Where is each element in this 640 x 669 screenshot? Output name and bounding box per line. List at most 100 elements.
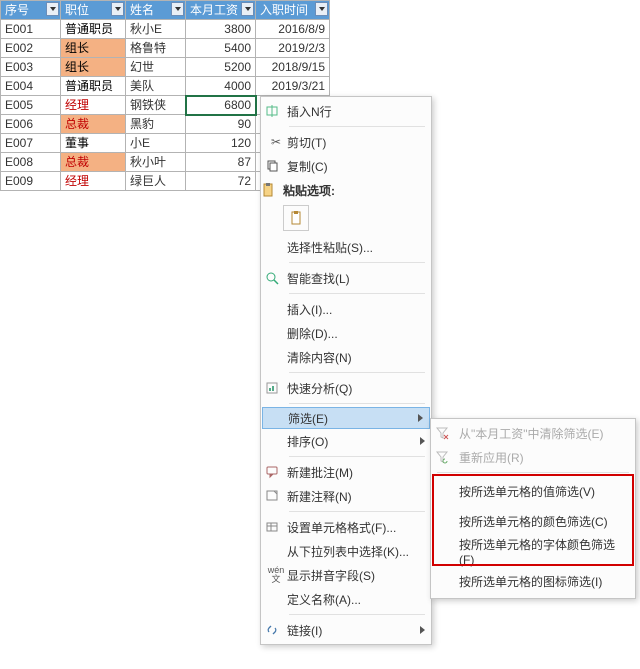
cell[interactable]: 绿巨人 [126,172,186,191]
paste-normal-button[interactable] [283,205,309,231]
column-header-label: 姓名 [130,3,154,17]
cell[interactable]: E007 [1,134,61,153]
cell[interactable]: E005 [1,96,61,115]
cell[interactable]: 72 [186,172,256,191]
cell[interactable]: 秋小E [126,20,186,39]
cell[interactable]: 120 [186,134,256,153]
menu-label: 复制(C) [287,158,413,175]
submenu-filter-by-icon[interactable]: 按所选单元格的图标筛选(I) [431,566,635,596]
menu-label: 智能查找(L) [287,270,413,287]
submenu-filter-by-font-color[interactable]: 按所选单元格的字体颜色筛选(F) [431,536,635,566]
cell[interactable]: E004 [1,77,61,96]
column-header[interactable]: 入职时间 [256,1,330,20]
menu-label: 插入(I)... [287,301,413,318]
table-row: E001普通职员秋小E38002016/8/9 [1,20,330,39]
menu-clear[interactable]: 清除内容(N) [261,345,431,369]
cell[interactable]: 钢铁侠 [126,96,186,115]
cell[interactable]: 经理 [61,96,126,115]
cell[interactable]: E008 [1,153,61,172]
menu-filter[interactable]: 筛选(E) [262,407,430,429]
menu-delete[interactable]: 删除(D)... [261,321,431,345]
cell[interactable]: 2019/3/21 [256,77,330,96]
cell[interactable]: 5200 [186,58,256,77]
filter-dropdown-icon[interactable] [241,2,254,16]
cell[interactable]: E001 [1,20,61,39]
cell[interactable]: E006 [1,115,61,134]
submenu-filter-by-color[interactable]: 按所选单元格的颜色筛选(C) [431,506,635,536]
menu-new-note[interactable]: 新建注释(N) [261,484,431,508]
cell[interactable]: 4000 [186,77,256,96]
cell[interactable]: 普通职员 [61,77,126,96]
cell[interactable]: 6800 [186,96,256,115]
filter-dropdown-icon[interactable] [171,2,184,16]
cell[interactable]: 2019/2/3 [256,39,330,58]
cell[interactable]: 小E [126,134,186,153]
menu-new-comment[interactable]: 新建批注(M) [261,460,431,484]
submenu-reapply[interactable]: 重新应用(R) [431,445,635,469]
menu-label: 显示拼音字段(S) [287,567,413,584]
cell[interactable]: 总裁 [61,153,126,172]
menu-label: 链接(I) [287,622,413,639]
format-icon [265,520,287,534]
column-header[interactable]: 本月工资 [186,1,256,20]
menu-link[interactable]: 链接(I) [261,618,431,642]
cell[interactable]: 总裁 [61,115,126,134]
cell[interactable]: 组长 [61,39,126,58]
cell[interactable]: 90 [186,115,256,134]
menu-label: 剪切(T) [287,134,413,151]
cell[interactable]: 幻世 [126,58,186,77]
cell[interactable]: 5400 [186,39,256,58]
table-row: E004普通职员美队40002019/3/21 [1,77,330,96]
column-header[interactable]: 姓名 [126,1,186,20]
menu-format-cells[interactable]: 设置单元格格式(F)... [261,515,431,539]
column-header[interactable]: 序号 [1,1,61,20]
cell[interactable]: E009 [1,172,61,191]
cell[interactable]: 87 [186,153,256,172]
menu-label: 按所选单元格的颜色筛选(C) [459,513,617,530]
submenu-clear-filter[interactable]: 从"本月工资"中清除筛选(E) [431,421,635,445]
search-icon [265,271,287,285]
menu-insert-rows[interactable]: 插入N行 [261,99,431,123]
cell[interactable]: 黑豹 [126,115,186,134]
menu-show-pinyin[interactable]: wén文 显示拼音字段(S) [261,563,431,587]
cell[interactable]: 普通职员 [61,20,126,39]
cell[interactable]: 格鲁特 [126,39,186,58]
menu-paste-section: 粘贴选项: [261,178,431,235]
cell[interactable]: 2016/8/9 [256,20,330,39]
cell[interactable]: E003 [1,58,61,77]
pinyin-icon: wén文 [265,566,287,584]
cell[interactable]: 2018/9/15 [256,58,330,77]
menu-insert[interactable]: 插入(I)... [261,297,431,321]
menu-label: 新建注释(N) [287,488,413,505]
menu-define-name[interactable]: 定义名称(A)... [261,587,431,611]
column-header-label: 序号 [5,3,29,17]
reapply-icon [435,450,459,464]
menu-sort[interactable]: 排序(O) [261,429,431,453]
cell[interactable]: 美队 [126,77,186,96]
menu-copy[interactable]: 复制(C) [261,154,431,178]
menu-label: 定义名称(A)... [287,591,413,608]
cell[interactable]: E002 [1,39,61,58]
submenu-filter-by-value[interactable]: 按所选单元格的值筛选(V) [431,476,635,506]
menu-smart-lookup[interactable]: 智能查找(L) [261,266,431,290]
menu-cut[interactable]: ✂ 剪切(T) [261,130,431,154]
cell[interactable]: 董事 [61,134,126,153]
menu-label: 插入N行 [287,103,413,120]
filter-dropdown-icon[interactable] [111,2,124,16]
filter-dropdown-icon[interactable] [315,2,328,16]
cell[interactable]: 秋小叶 [126,153,186,172]
menu-paste-special[interactable]: 选择性粘贴(S)... [261,235,431,259]
cell[interactable]: 3800 [186,20,256,39]
copy-icon [265,159,287,173]
table-row: E003组长幻世52002018/9/15 [1,58,330,77]
cell[interactable]: 组长 [61,58,126,77]
filter-dropdown-icon[interactable] [46,2,59,16]
column-header[interactable]: 职位 [61,1,126,20]
menu-quick-analysis[interactable]: 快速分析(Q) [261,376,431,400]
menu-dropdown-pick[interactable]: 从下拉列表中选择(K)... [261,539,431,563]
insert-row-icon [265,104,287,118]
table-row: E002组长格鲁特54002019/2/3 [1,39,330,58]
menu-label: 快速分析(Q) [287,380,413,397]
cell[interactable]: 经理 [61,172,126,191]
menu-label: 新建批注(M) [287,464,413,481]
